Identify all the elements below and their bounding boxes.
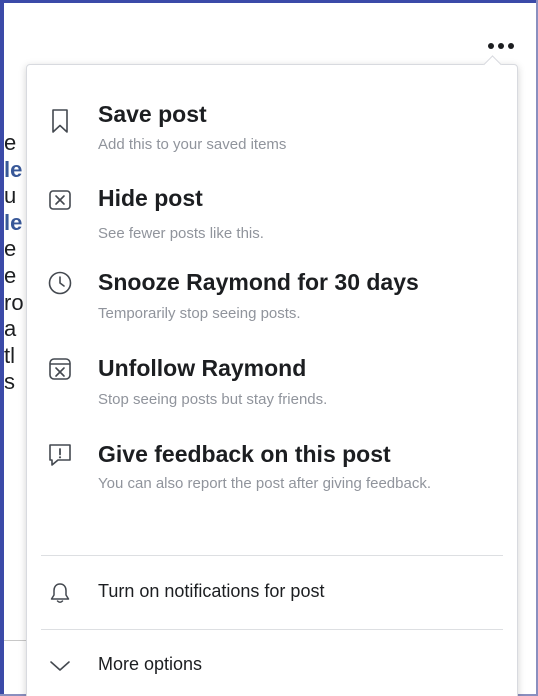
- bg-fragment: e: [4, 130, 17, 155]
- bg-fragment: e: [4, 236, 17, 262]
- menu-item-title: Snooze Raymond for 30 days: [98, 269, 419, 295]
- menu-item-title: Hide post: [98, 185, 203, 211]
- post-options-menu: Save post Add this to your saved items H…: [26, 64, 518, 696]
- feedback-icon: [47, 442, 73, 468]
- menu-item-label: Turn on notifications for post: [98, 581, 325, 601]
- menu-item-label: More options: [98, 654, 203, 674]
- menu-item-subtitle: See fewer posts like this.: [98, 225, 264, 242]
- menu-item-subtitle: Add this to your saved items: [98, 136, 287, 153]
- unfollow-icon: [47, 356, 73, 382]
- menu-item-save-post[interactable]: Save post Add this to your saved items: [27, 85, 517, 161]
- bg-fragment: le: [4, 156, 23, 182]
- background-divider: [4, 640, 26, 641]
- menu-item-snooze[interactable]: Snooze Raymond for 30 days Temporarily s…: [27, 255, 517, 331]
- menu-separator: [41, 629, 503, 630]
- background-post-text: e le u le e e ro a tl s: [4, 130, 26, 396]
- menu-item-title: Give feedback on this post: [98, 441, 391, 467]
- chevron-down-icon: [47, 653, 73, 679]
- menu-separator: [41, 555, 503, 556]
- more-options-button[interactable]: [481, 36, 521, 56]
- bell-icon: [47, 580, 73, 606]
- menu-item-give-feedback[interactable]: Give feedback on this post You can also …: [27, 429, 517, 539]
- close-box-icon: [47, 187, 73, 213]
- ellipsis-icon: [488, 43, 494, 49]
- bg-fragment: le: [4, 209, 23, 235]
- ellipsis-icon: [508, 43, 514, 49]
- bg-fragment: ro: [4, 289, 24, 315]
- bg-fragment: tl: [4, 342, 15, 368]
- window-frame-top: [0, 0, 538, 3]
- menu-item-subtitle: Temporarily stop seeing posts.: [98, 305, 301, 322]
- menu-item-subtitle: You can also report the post after givin…: [98, 475, 431, 492]
- menu-item-subtitle: Stop seeing posts but stay friends.: [98, 391, 328, 408]
- menu-item-unfollow[interactable]: Unfollow Raymond Stop seeing posts but s…: [27, 341, 517, 417]
- menu-item-hide-post[interactable]: Hide post See fewer posts like this.: [27, 165, 517, 242]
- ellipsis-icon: [498, 43, 504, 49]
- menu-item-more-options[interactable]: More options: [27, 635, 517, 691]
- bg-fragment: u: [4, 183, 17, 209]
- bg-fragment: e: [4, 262, 17, 288]
- bookmark-icon: [47, 108, 73, 134]
- bg-fragment: a: [4, 316, 17, 342]
- menu-item-turn-on-notifications[interactable]: Turn on notifications for post: [27, 561, 517, 625]
- menu-item-title: Save post: [98, 101, 207, 127]
- menu-item-title: Unfollow Raymond: [98, 355, 307, 381]
- bg-fragment: s: [4, 369, 15, 395]
- clock-icon: [47, 270, 73, 296]
